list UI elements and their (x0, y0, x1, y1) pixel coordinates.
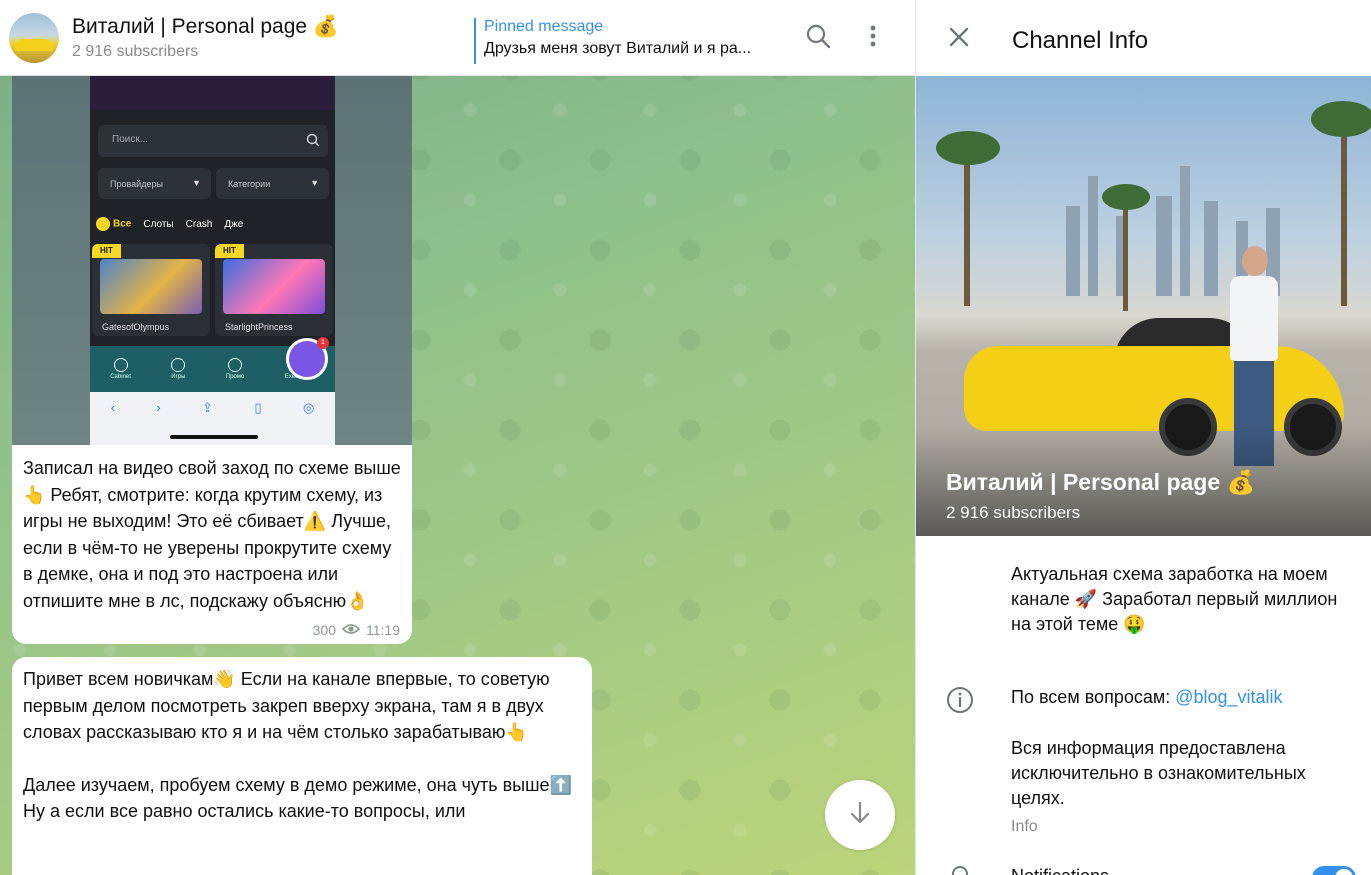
back-arrow-icon: ‹ (110, 400, 116, 415)
search-icon (306, 133, 320, 152)
chat-title: Виталий | Personal page 💰 (72, 14, 340, 38)
info-section-label: Info (1011, 818, 1038, 835)
game-name: GatesofOlympus (102, 322, 170, 332)
phone-search-field: Поиск... (98, 125, 328, 157)
phone-nav-promo: Промо (226, 358, 244, 380)
person-head (1242, 246, 1268, 276)
provider-select-label: Провайдеры (110, 179, 163, 189)
skyscraper (1066, 206, 1080, 296)
skyscraper (1156, 196, 1172, 296)
pacman-icon (96, 217, 110, 231)
phone-category-slots: Слоты (143, 218, 174, 230)
skyscraper (1088, 176, 1098, 296)
game-name: StarlightPrincess (225, 322, 293, 332)
car-image (15, 38, 53, 51)
search-icon (805, 23, 831, 54)
chat-title-block[interactable]: Виталий | Personal page 💰 2 916 subscrib… (72, 15, 452, 61)
channel-disclaimer: Вся информация предоставлена исключитель… (1011, 738, 1306, 808)
contact-line: По всем вопросам: @blog_vitalik (1011, 687, 1283, 708)
ball-icon (171, 358, 186, 372)
palm-tree (1341, 116, 1347, 306)
skyscraper (1180, 166, 1190, 296)
pinned-message-text: Друзья меня зовут Виталий и я ра... (484, 40, 752, 57)
notifications-toggle[interactable] (1312, 866, 1356, 875)
subscriber-count: 2 916 subscribers (72, 42, 199, 60)
pinned-message[interactable]: Pinned message Друзья меня зовут Виталий… (474, 18, 784, 64)
compass-icon: ◎ (302, 400, 315, 415)
provider-select: Провайдеры ▼ (98, 168, 211, 199)
chat-area: Поиск... Провайдеры ▼ Категории ▼ Все Сл… (0, 0, 915, 875)
phone-screenshot: Поиск... Провайдеры ▼ Категории ▼ Все Сл… (90, 76, 335, 445)
more-vertical-icon (869, 24, 877, 53)
phone-category-tabs: Все Слоты Crash Дже (96, 214, 335, 234)
hit-badge: HIT (215, 244, 244, 258)
channel-description: Актуальная схема заработка на моем канал… (1011, 564, 1338, 634)
palm-leaves (936, 131, 1000, 165)
phone-category-all: Все (96, 217, 131, 231)
channel-info-panel: Channel Info Виталий | Personal page 💰 2 (915, 0, 1371, 875)
person-shirt (1230, 276, 1278, 361)
panel-header: Channel Info (916, 0, 1371, 76)
promo-banner (90, 76, 335, 110)
message-paragraph: Далее изучаем, пробуем схему в демо режи… (23, 774, 572, 822)
message-meta: 300 11:19 (313, 622, 400, 638)
chat-header: Виталий | Personal page 💰 2 916 subscrib… (0, 0, 915, 76)
message-bubble[interactable]: Поиск... Провайдеры ▼ Категории ▼ Все Сл… (12, 76, 412, 644)
message-time: 11:19 (366, 622, 400, 638)
crown-icon (228, 358, 243, 372)
more-options-button[interactable] (855, 20, 891, 56)
contact-link[interactable]: @blog_vitalik (1175, 687, 1282, 707)
support-chat-icon: 1 (286, 337, 329, 380)
message-bubble[interactable]: Привет всем новичкам👋 Если на канале впе… (12, 657, 592, 875)
user-icon (113, 358, 128, 372)
game-card: HIT StarlightPrincess (215, 244, 333, 336)
chevron-down-icon: ▼ (192, 178, 201, 188)
channel-name: Виталий | Personal page 💰 (946, 469, 1256, 495)
forward-arrow-icon: › (156, 400, 161, 415)
palm-leaves (1102, 184, 1150, 210)
category-select-label: Категории (228, 179, 271, 189)
phone-nav-cabinet: Cabinet (110, 358, 131, 380)
view-count: 300 (312, 622, 336, 638)
avatar[interactable] (9, 12, 59, 63)
search-button[interactable] (800, 20, 836, 56)
channel-cover-photo[interactable]: Виталий | Personal page 💰 2 916 subscrib… (916, 76, 1371, 536)
home-indicator (170, 435, 258, 439)
skyscraper (1204, 201, 1218, 296)
chevron-down-icon: ▼ (310, 178, 319, 188)
phone-search-placeholder: Поиск... (112, 134, 149, 145)
palm-tree (964, 146, 970, 306)
message-text: Записал на видео свой заход по схеме выш… (23, 458, 401, 611)
message-paragraph: Привет всем новичкам👋 Если на канале впе… (23, 669, 550, 742)
game-thumbnail (100, 259, 202, 314)
contact-prefix: По всем вопросам: (1011, 687, 1176, 707)
game-thumbnail (223, 259, 325, 314)
message-text: Привет всем новичкам👋 Если на канале впе… (23, 666, 583, 825)
scroll-to-bottom-button[interactable] (825, 780, 895, 850)
arrow-down-icon (847, 800, 873, 831)
eye-icon (341, 622, 361, 638)
notification-count: 1 (317, 337, 329, 349)
palm-leaves (1311, 101, 1371, 137)
hit-badge: HIT (92, 244, 121, 258)
close-icon (948, 26, 970, 53)
panel-title: Channel Info (1012, 27, 1149, 54)
phone-category-crash: Crash (185, 218, 213, 230)
message-media-video[interactable]: Поиск... Провайдеры ▼ Категории ▼ Все Сл… (12, 76, 412, 445)
channel-subscriber-count: 2 916 subscribers (946, 503, 1081, 522)
bell-icon (946, 862, 974, 875)
game-card: HIT GatesofOlympus (92, 244, 210, 336)
phone-category-jackpot: Дже (224, 218, 244, 230)
notifications-label: Notifications (1011, 866, 1109, 875)
phone-nav-games: Игры (171, 358, 185, 380)
close-button[interactable] (944, 24, 974, 54)
category-select: Категории ▼ (216, 168, 329, 199)
info-icon (946, 686, 974, 714)
pinned-message-label: Pinned message (484, 18, 604, 35)
